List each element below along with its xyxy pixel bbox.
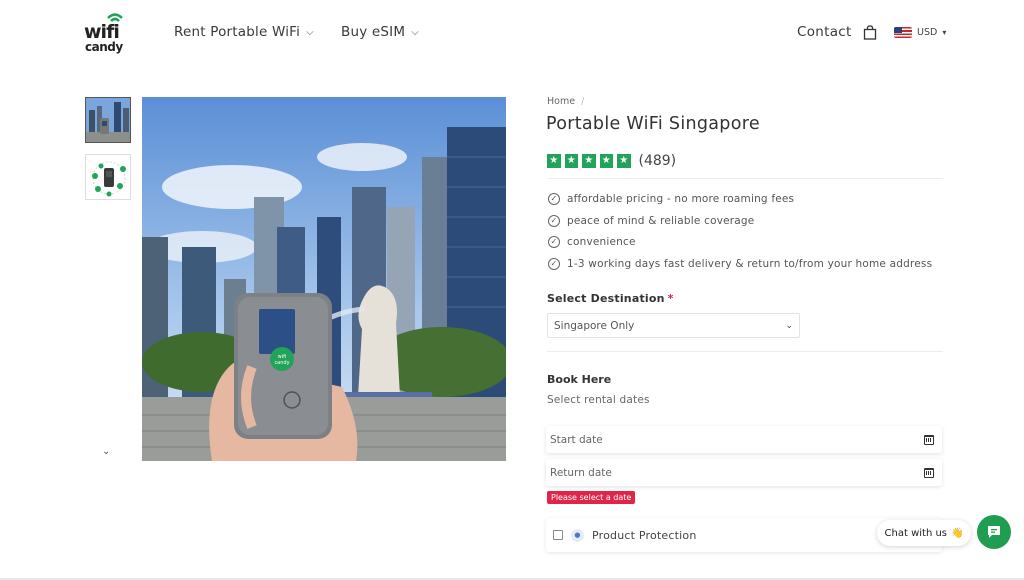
feature-item: ✓ peace of mind & reliable coverage (548, 215, 754, 227)
product-rating[interactable]: ★ ★ ★ ★ ★ (489) (547, 153, 676, 169)
chat-launcher-button[interactable] (977, 515, 1011, 549)
waving-hand-icon: 👋 (951, 527, 964, 539)
nav-label: Rent Portable WiFi (174, 24, 301, 40)
skyline-thumbnail-image (86, 98, 130, 142)
chevron-down-icon: ▾ (942, 28, 947, 37)
product-protection-checkbox[interactable] (553, 530, 563, 540)
section-divider (547, 351, 943, 352)
singapore-merlion-photo: wifi candy (142, 97, 506, 461)
star-icon: ★ (547, 154, 561, 168)
destination-selected-value: Singapore Only (554, 319, 635, 332)
date-error-badge: Please select a date (547, 491, 636, 504)
logo-text-candy: candy (85, 40, 123, 54)
feature-item: ✓ 1-3 working days fast delivery & retur… (548, 258, 932, 270)
currency-label: USD (917, 27, 938, 38)
contact-link[interactable]: Contact (797, 24, 852, 40)
shopping-bag-icon[interactable] (863, 25, 877, 40)
section-divider (547, 178, 943, 179)
destination-label-text: Select Destination (547, 292, 665, 305)
wifi-candy-logo[interactable]: wifi candy (84, 12, 134, 56)
chevron-down-icon: ⌵ (306, 26, 314, 38)
feature-text: convenience (567, 236, 636, 248)
device-infographic-image (92, 161, 126, 197)
destination-select[interactable]: Singapore Only ⌄ (547, 313, 800, 338)
booking-subtitle: Select rental dates (547, 394, 650, 406)
nav-label: Buy eSIM (341, 24, 406, 40)
return-date-field[interactable]: Return date (546, 459, 942, 486)
logo-text-wifi: wifi (84, 21, 120, 43)
check-circle-icon: ✓ (548, 215, 560, 227)
gallery-thumbnail-device[interactable] (85, 154, 131, 200)
return-date-placeholder: Return date (550, 466, 612, 479)
chat-with-us-pill[interactable]: Chat with us 👋 (877, 520, 971, 546)
start-date-placeholder: Start date (550, 433, 603, 446)
device-logo-subtext: candy (274, 360, 289, 366)
nav-rent-portable-wifi[interactable]: Rent Portable WiFi ⌵ (174, 24, 314, 40)
star-icon: ★ (582, 154, 596, 168)
booking-title: Book Here (547, 373, 612, 386)
star-icon: ★ (599, 154, 613, 168)
breadcrumb: Home / (547, 96, 584, 107)
us-flag-icon (894, 27, 912, 38)
chat-label: Chat with us (884, 527, 948, 539)
star-icon: ★ (564, 154, 578, 168)
check-circle-icon: ✓ (548, 258, 560, 270)
star-icon: ★ (617, 154, 631, 168)
gallery-thumbnail-photo[interactable] (85, 97, 131, 143)
feature-text: peace of mind & reliable coverage (567, 215, 755, 227)
chat-bubble-icon (988, 526, 1000, 538)
nav-buy-esim[interactable]: Buy eSIM ⌵ (341, 24, 419, 40)
chevron-down-icon: ⌵ (411, 26, 419, 38)
product-protection-label: Product Protection (592, 528, 697, 542)
start-date-field[interactable]: Start date (546, 426, 942, 453)
review-count: (489) (638, 153, 677, 169)
shield-icon: ● (571, 528, 584, 542)
feature-item: ✓ affordable pricing - no more roaming f… (548, 193, 794, 205)
site-header: wifi candy Rent Portable WiFi ⌵ Buy eSIM… (0, 0, 1024, 68)
main-product-photo: wifi candy (142, 97, 506, 461)
check-circle-icon: ✓ (548, 236, 560, 248)
calendar-icon[interactable] (924, 434, 934, 445)
breadcrumb-separator: / (581, 96, 585, 107)
feature-text: affordable pricing - no more roaming fee… (567, 193, 795, 205)
currency-selector[interactable]: USD ▾ (894, 27, 946, 38)
breadcrumb-home-link[interactable]: Home (547, 96, 575, 107)
check-circle-icon: ✓ (548, 193, 560, 205)
calendar-icon[interactable] (924, 467, 934, 478)
feature-item: ✓ convenience (548, 236, 636, 248)
thumbnails-scroll-down-icon[interactable]: ⌄ (102, 446, 110, 457)
feature-text: 1-3 working days fast delivery & return … (567, 258, 933, 270)
required-marker: * (667, 292, 674, 305)
destination-label: Select Destination * (547, 292, 674, 305)
chevron-down-icon: ⌄ (785, 320, 793, 331)
product-title: Portable WiFi Singapore (546, 114, 760, 134)
